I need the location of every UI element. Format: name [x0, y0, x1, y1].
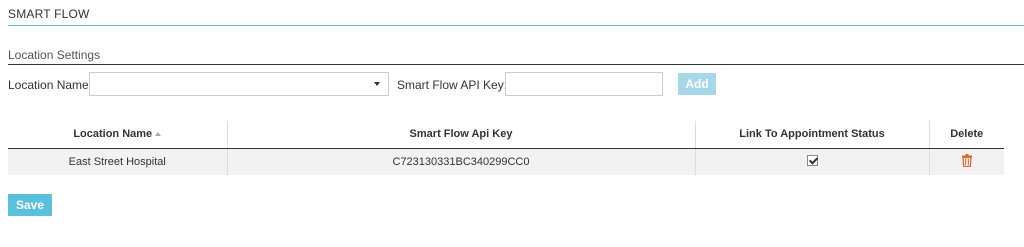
location-form: Location Name Smart Flow API Key: Add [8, 72, 1018, 96]
location-name-label: Location Name [8, 78, 89, 92]
locations-table: Location Name Smart Flow Api Key Link To… [8, 121, 1004, 175]
table-header-row: Location Name Smart Flow Api Key Link To… [8, 121, 1004, 149]
table-row: East Street Hospital C723130331BC340299C… [8, 148, 1004, 175]
delete-cell [929, 148, 1004, 175]
section-divider [8, 64, 1024, 65]
column-header-label: Location Name [73, 128, 153, 141]
column-header-label: Delete [950, 128, 984, 141]
section-title: Location Settings [8, 48, 101, 62]
api-key-input[interactable] [505, 72, 663, 96]
column-header-delete: Delete [929, 121, 1004, 149]
api-key-cell: C723130331BC340299CC0 [227, 148, 696, 175]
column-header-api-key: Smart Flow Api Key [227, 121, 696, 149]
column-header-location-name[interactable]: Location Name [8, 121, 228, 149]
column-header-link-status: Link To Appointment Status [695, 121, 930, 149]
caret-down-icon [374, 82, 380, 86]
api-key-label: Smart Flow API Key: [397, 78, 508, 92]
column-header-label: Link To Appointment Status [739, 128, 885, 141]
sort-ascending-icon [155, 132, 162, 137]
add-button[interactable]: Add [678, 73, 716, 95]
location-name-cell: East Street Hospital [8, 148, 228, 175]
page-header: SMART FLOW [8, 7, 1024, 26]
save-button[interactable]: Save [8, 194, 52, 216]
trash-icon[interactable] [961, 153, 973, 170]
location-name-select[interactable] [89, 72, 389, 96]
link-status-checkbox[interactable] [806, 155, 818, 167]
column-header-label: Smart Flow Api Key [409, 128, 513, 141]
page-title: SMART FLOW [8, 7, 90, 21]
link-status-cell [695, 148, 930, 175]
